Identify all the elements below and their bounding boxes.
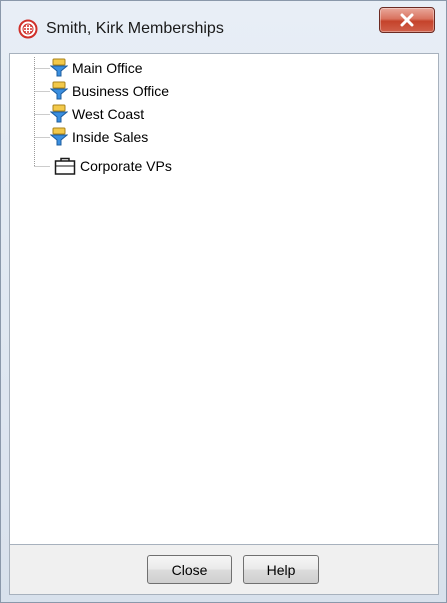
tree-item-corporate-vps[interactable]: Corporate VPs: [54, 155, 172, 177]
window-title: Smith, Kirk Memberships: [46, 20, 224, 37]
funnel-icon: [50, 104, 68, 123]
tree-item-main-office[interactable]: Main Office: [50, 57, 143, 79]
help-button[interactable]: Help: [243, 555, 319, 584]
briefcase-icon: [54, 157, 76, 175]
title-bar[interactable]: Smith, Kirk Memberships: [1, 1, 446, 53]
close-button[interactable]: Close: [147, 555, 232, 584]
tree-item-inside-sales[interactable]: Inside Sales: [50, 126, 148, 148]
funnel-icon: [50, 58, 68, 77]
memberships-dialog: Smith, Kirk Memberships Main Office Busi…: [0, 0, 447, 603]
tree-item-west-coast[interactable]: West Coast: [50, 103, 144, 125]
tree-item-label: Business Office: [72, 83, 170, 99]
app-globe-icon: [18, 19, 38, 39]
tree-item-label: Inside Sales: [72, 129, 149, 145]
close-icon: [400, 13, 414, 27]
funnel-icon: [50, 81, 68, 100]
funnel-icon: [50, 127, 68, 146]
button-bar: Close Help: [9, 545, 439, 595]
membership-tree: Main Office Business Office West Coast I…: [9, 53, 439, 545]
tree-connector-lines: [34, 57, 50, 167]
tree-item-label: West Coast: [72, 106, 145, 122]
tree-item-business-office[interactable]: Business Office: [50, 80, 169, 102]
window-close-button[interactable]: [379, 7, 435, 33]
tree-item-label: Corporate VPs: [80, 158, 172, 174]
tree-item-label: Main Office: [72, 60, 143, 76]
